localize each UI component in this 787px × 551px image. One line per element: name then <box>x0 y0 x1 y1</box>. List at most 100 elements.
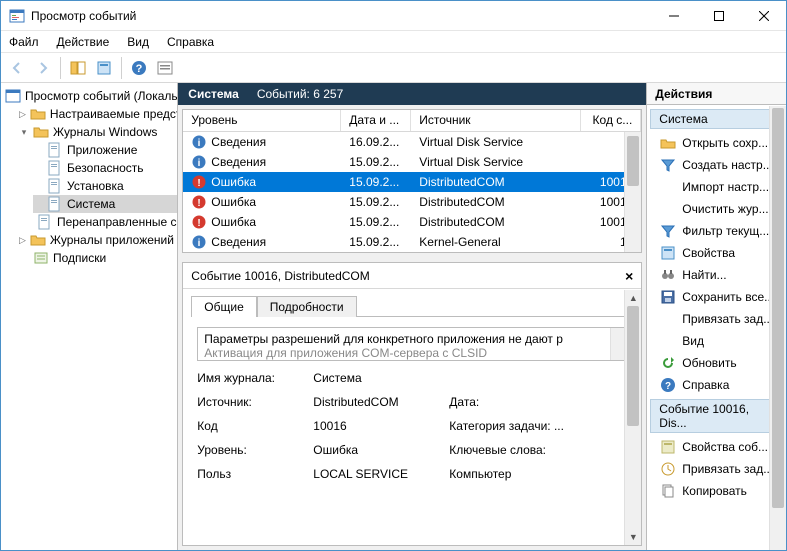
action-properties[interactable]: Свойства <box>650 242 783 264</box>
svg-text:i: i <box>198 238 201 249</box>
detail-fields: Имя журнала: Система Источник: Distribut… <box>197 371 627 481</box>
action-group-event[interactable]: Событие 10016, Dis... ▲ <box>650 399 783 433</box>
action-save-all[interactable]: Сохранить все... <box>650 286 783 308</box>
list-header[interactable]: Уровень Дата и ... Источник Код с... <box>183 110 641 132</box>
close-button[interactable] <box>741 1 786 31</box>
tab-general[interactable]: Общие <box>191 296 256 317</box>
tree-root[interactable]: Просмотр событий (Локальны <box>5 87 177 105</box>
table-row[interactable]: iСведения15.09.2...Kernel-General16 <box>183 232 641 252</box>
log-header: Система Событий: 6 257 <box>178 83 646 105</box>
action-import-custom[interactable]: Импорт настр... <box>650 176 783 198</box>
svg-text:?: ? <box>665 381 671 392</box>
value-user: LOCAL SERVICE <box>313 467 443 481</box>
tab-details[interactable]: Подробности <box>257 296 357 317</box>
nav-tree[interactable]: Просмотр событий (Локальны ▷ Настраиваем… <box>1 83 178 550</box>
description-box[interactable]: Параметры разрешений для конкретного при… <box>197 327 627 361</box>
detail-tabs: Общие Подробности <box>183 289 641 316</box>
collapse-icon[interactable]: ▾ <box>19 127 29 138</box>
svg-text:!: ! <box>198 198 201 209</box>
cell-date: 15.09.2... <box>341 215 411 229</box>
tree-security[interactable]: Безопасность <box>33 159 177 177</box>
tree-label: Журналы приложений и сл <box>50 233 178 247</box>
col-code[interactable]: Код с... <box>581 110 641 131</box>
tree-system[interactable]: Система <box>33 195 177 213</box>
table-row[interactable]: iСведения15.09.2...Virtual Disk Service3 <box>183 152 641 172</box>
log-icon <box>47 160 63 176</box>
action-group-system[interactable]: Система ▲ <box>650 109 783 129</box>
event-list[interactable]: Уровень Дата и ... Источник Код с... iСв… <box>182 109 642 253</box>
tree-windows-logs[interactable]: ▾ Журналы Windows <box>19 123 177 141</box>
label-taskcategory: Категория задачи: ... <box>449 419 579 433</box>
table-row[interactable]: !Ошибка15.09.2...DistributedCOM10016 <box>183 192 641 212</box>
tree-custom-views[interactable]: ▷ Настраиваемые представл <box>19 105 177 123</box>
tree-application[interactable]: Приложение <box>33 141 177 159</box>
detail-scrollbar[interactable]: ▲ ▼ <box>624 290 641 545</box>
actions-pane: Действия Система ▲ Открыть сохр... Созда… <box>647 83 786 550</box>
table-row[interactable]: !Ошибка15.09.2...DistributedCOM10016 <box>183 172 641 192</box>
action-event-attach[interactable]: Привязать зад... <box>650 458 783 480</box>
menu-file[interactable]: Файл <box>7 33 41 51</box>
action-copy[interactable]: Копировать▶ <box>650 480 783 502</box>
log-title: Система <box>188 87 239 101</box>
help-toolbar-button[interactable]: ? <box>127 56 151 80</box>
tree-forwarded[interactable]: Перенаправленные соб <box>33 213 177 231</box>
cell-source: DistributedCOM <box>411 195 581 209</box>
maximize-button[interactable] <box>696 1 741 31</box>
col-date[interactable]: Дата и ... <box>341 110 411 131</box>
detail-close-button[interactable]: × <box>625 268 633 284</box>
menu-view[interactable]: Вид <box>125 33 151 51</box>
log-icon <box>47 178 63 194</box>
funnel-icon <box>660 223 676 239</box>
action-attach-task[interactable]: Привязать зад... <box>650 308 783 330</box>
task-icon <box>660 461 676 477</box>
action-filter-current[interactable]: Фильтр текущ... <box>650 220 783 242</box>
tree-label: Настраиваемые представл <box>50 107 178 121</box>
action-help[interactable]: ?Справка▶ <box>650 374 783 396</box>
table-row[interactable]: !Ошибка15.09.2...DistributedCOM10016 <box>183 212 641 232</box>
cell-date: 16.09.2... <box>341 135 411 149</box>
info-icon: i <box>191 134 207 150</box>
menu-help[interactable]: Справка <box>165 33 216 51</box>
options-toolbar-button[interactable] <box>153 56 177 80</box>
menu-bar: Файл Действие Вид Справка <box>1 31 786 53</box>
properties-toolbar-button[interactable] <box>92 56 116 80</box>
value-source: DistributedCOM <box>313 395 443 409</box>
list-scrollbar[interactable] <box>624 132 641 252</box>
minimize-button[interactable] <box>651 1 696 31</box>
action-refresh[interactable]: Обновить <box>650 352 783 374</box>
tree-label: Подписки <box>53 251 106 265</box>
info-icon: i <box>191 234 207 250</box>
tree-setup[interactable]: Установка <box>33 177 177 195</box>
tree-app-services[interactable]: ▷ Журналы приложений и сл <box>19 231 177 249</box>
action-view[interactable]: Вид▶ <box>650 330 783 352</box>
menu-action[interactable]: Действие <box>55 33 112 51</box>
action-find[interactable]: Найти... <box>650 264 783 286</box>
action-event-properties[interactable]: Свойства соб... <box>650 436 783 458</box>
expand-icon[interactable]: ▷ <box>19 235 26 246</box>
action-create-custom[interactable]: Создать настр... <box>650 154 783 176</box>
col-source[interactable]: Источник <box>411 110 581 131</box>
forward-button[interactable] <box>31 56 55 80</box>
svg-text:!: ! <box>198 178 201 189</box>
desc-line: Параметры разрешений для конкретного при… <box>204 332 620 346</box>
back-button[interactable] <box>5 56 29 80</box>
show-hide-tree-button[interactable] <box>66 56 90 80</box>
action-open-saved[interactable]: Открыть сохр... <box>650 132 783 154</box>
actions-scrollbar[interactable] <box>769 106 786 550</box>
expand-icon[interactable]: ▷ <box>19 109 26 120</box>
action-clear-log[interactable]: Очистить жур... <box>650 198 783 220</box>
value-eventid: 10016 <box>313 419 443 433</box>
error-icon: ! <box>191 194 207 210</box>
tree-label: Приложение <box>67 143 137 157</box>
log-icon <box>47 196 63 212</box>
svg-text:i: i <box>198 138 201 149</box>
folder-icon <box>30 106 46 122</box>
label-date: Дата: <box>449 395 579 409</box>
label-eventid: Код <box>197 419 307 433</box>
table-row[interactable]: iСведения16.09.2...Virtual Disk Service4 <box>183 132 641 152</box>
actions-header: Действия <box>647 83 786 105</box>
svg-text:!: ! <box>198 218 201 229</box>
tree-subscriptions[interactable]: Подписки <box>19 249 177 267</box>
tree-root-label: Просмотр событий (Локальны <box>25 89 178 103</box>
col-level[interactable]: Уровень <box>183 110 341 131</box>
